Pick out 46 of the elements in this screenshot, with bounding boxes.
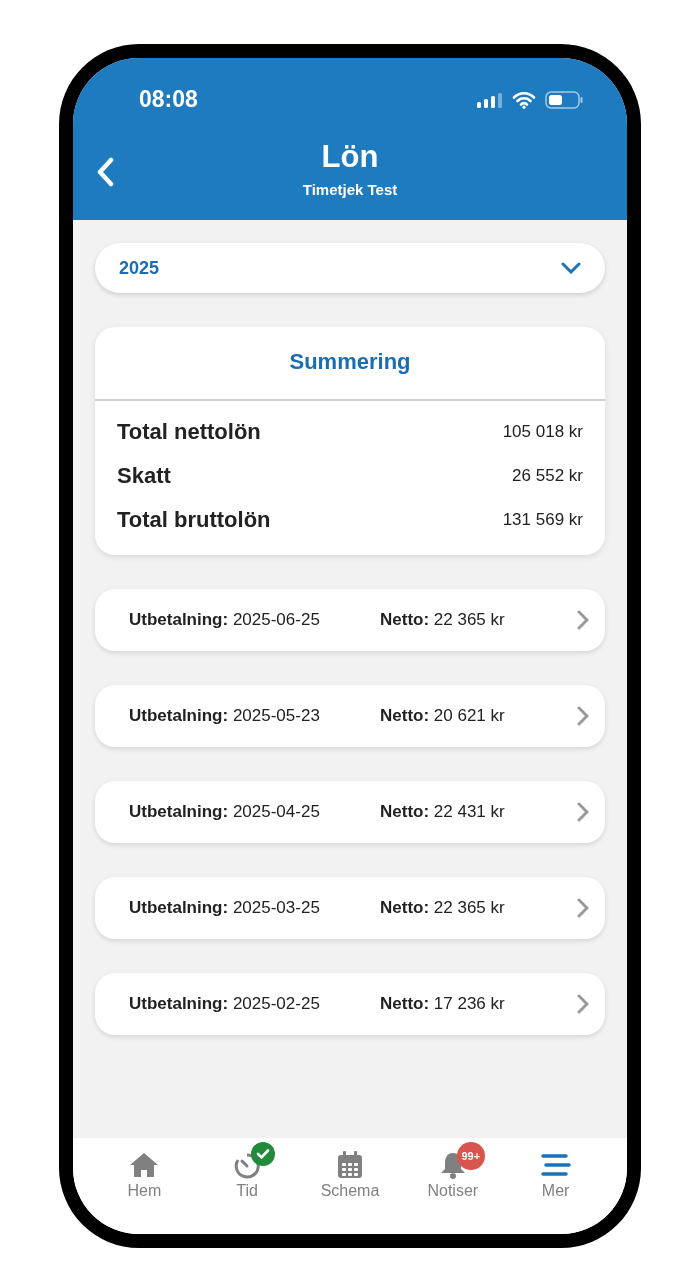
- timer-icon: [233, 1151, 262, 1179]
- home-icon: [129, 1152, 160, 1178]
- payment-row[interactable]: Utbetalning: 2025-04-25 Netto: 22 431 kr: [95, 781, 605, 843]
- tab-item[interactable]: Schema: [300, 1140, 400, 1202]
- summary-label: Skatt: [117, 463, 171, 489]
- year-dropdown[interactable]: 2025: [95, 243, 605, 293]
- chevron-right-icon: [577, 898, 589, 918]
- battery-icon: [545, 90, 583, 109]
- payment-row[interactable]: Utbetalning: 2025-05-23 Netto: 20 621 kr: [95, 685, 605, 747]
- menu-icon: [540, 1153, 571, 1177]
- tab-item[interactable]: Hem: [94, 1140, 195, 1202]
- summary-label: Total nettolön: [117, 419, 261, 445]
- calendar-icon: [337, 1151, 363, 1179]
- payout-date: Utbetalning: 2025-04-25: [129, 802, 321, 822]
- net-amount: Netto: 22 365 kr: [380, 610, 506, 630]
- payout-date: Utbetalning: 2025-03-25: [129, 898, 321, 918]
- tab-item[interactable]: 99+ Notiser: [402, 1140, 503, 1202]
- net-amount: Netto: 20 621 kr: [380, 706, 506, 726]
- tab-item[interactable]: Tid: [197, 1140, 298, 1202]
- chevron-right-icon: [577, 706, 589, 726]
- chevron-right-icon: [577, 610, 589, 630]
- payout-date: Utbetalning: 2025-02-25: [129, 994, 321, 1014]
- payment-row[interactable]: Utbetalning: 2025-03-25 Netto: 22 365 kr: [95, 877, 605, 939]
- notification-badge: 99+: [456, 1142, 485, 1170]
- payment-row[interactable]: Utbetalning: 2025-02-25 Netto: 17 236 kr: [95, 973, 605, 1035]
- screen-subtitle: Timetjek Test: [302, 181, 398, 198]
- summary-label: Total bruttolön: [117, 507, 271, 533]
- chevron-down-icon: [561, 262, 581, 274]
- status-time: 08:08: [139, 86, 198, 113]
- back-button[interactable]: [95, 157, 115, 187]
- summary-title: Summering: [95, 327, 605, 401]
- net-amount: Netto: 17 236 kr: [380, 994, 506, 1014]
- summary-value: 26 552 kr: [512, 466, 583, 486]
- signal-icon: [477, 91, 503, 108]
- payment-row[interactable]: Utbetalning: 2025-06-25 Netto: 22 365 kr: [95, 589, 605, 651]
- summary-value: 131 569 kr: [502, 510, 583, 530]
- chevron-right-icon: [577, 802, 589, 822]
- net-amount: Netto: 22 431 kr: [380, 802, 506, 822]
- payout-date: Utbetalning: 2025-05-23: [129, 706, 321, 726]
- chevron-right-icon: [577, 994, 589, 1014]
- tab-item[interactable]: Mer: [505, 1140, 606, 1202]
- screen-title: Lön: [321, 139, 379, 175]
- summary-value: 105 018 kr: [502, 422, 583, 442]
- wifi-icon: [512, 90, 536, 109]
- payout-date: Utbetalning: 2025-06-25: [129, 610, 321, 630]
- net-amount: Netto: 22 365 kr: [380, 898, 506, 918]
